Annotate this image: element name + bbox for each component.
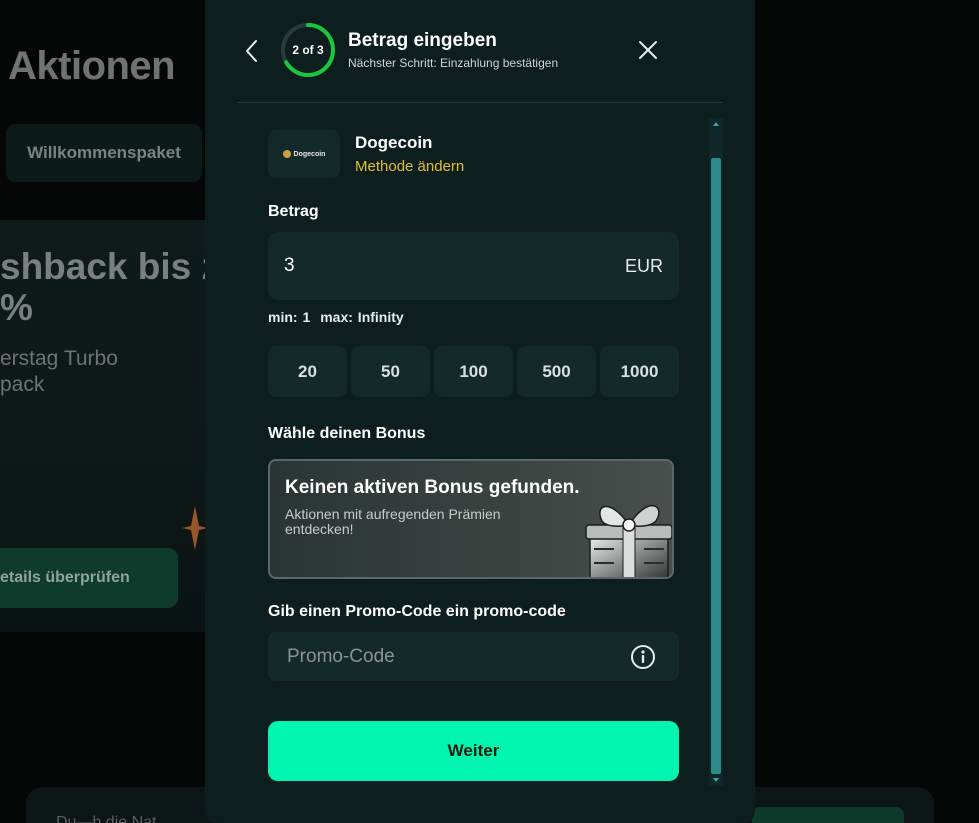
info-icon[interactable] bbox=[629, 643, 657, 671]
footer-text: Du—h die Nat bbox=[56, 814, 157, 823]
amount-input[interactable]: 3 EUR bbox=[268, 232, 679, 300]
close-button[interactable] bbox=[634, 36, 662, 64]
change-method-link[interactable]: Methode ändern bbox=[355, 158, 464, 175]
min-amount: min: 1 bbox=[268, 309, 311, 325]
scrollbar[interactable] bbox=[709, 118, 723, 786]
chevron-left-icon bbox=[246, 40, 257, 62]
close-icon bbox=[639, 41, 657, 59]
scroll-down-arrow[interactable] bbox=[713, 778, 719, 782]
amount-value: 3 bbox=[284, 255, 295, 276]
bonus-card[interactable]: Keinen aktiven Bonus gefunden. Aktionen … bbox=[268, 459, 674, 579]
quick-amount-button[interactable]: 20 bbox=[268, 346, 347, 397]
promo-code-input[interactable] bbox=[268, 632, 628, 681]
amount-label: Betrag bbox=[268, 203, 319, 220]
quick-amount-button[interactable]: 50 bbox=[351, 346, 430, 397]
bonus-label: Wähle deinen Bonus bbox=[268, 425, 426, 442]
promo-code-label: Gib einen Promo-Code ein promo-code bbox=[268, 603, 566, 620]
next-step-text: Nächster Schritt: Einzahlung bestätigen bbox=[348, 56, 559, 70]
tab-willkommenspaket[interactable]: Willkommenspaket bbox=[6, 124, 202, 182]
dogecoin-coin-icon bbox=[282, 150, 291, 158]
quick-amount-button[interactable]: 500 bbox=[517, 346, 596, 397]
modal-title: Betrag eingeben bbox=[348, 30, 497, 51]
amount-limits: min: 1 max: Infinity bbox=[268, 309, 404, 325]
promo-card-subtitle: erstag Turbo pack bbox=[0, 347, 118, 396]
step-counter: 2 of 3 bbox=[292, 43, 324, 57]
quick-amount-button[interactable]: 100 bbox=[434, 346, 513, 397]
promo-card-title: shback bis z % bbox=[0, 246, 220, 328]
page-title: Aktionen bbox=[8, 44, 176, 88]
promo-details-button[interactable]: etails überprüfen bbox=[0, 548, 178, 608]
promo-code-field bbox=[268, 632, 679, 681]
quick-amount-row: 20 50 100 500 1000 bbox=[268, 346, 679, 397]
max-amount: max: Infinity bbox=[320, 309, 404, 325]
bonus-title: Keinen aktiven Bonus gefunden. bbox=[285, 477, 580, 498]
deposit-modal: 2 of 3 Betrag eingeben Nächster Schritt:… bbox=[205, 0, 755, 823]
back-button[interactable] bbox=[239, 38, 263, 64]
scrollbar-thumb[interactable] bbox=[711, 158, 721, 774]
bonus-subtitle: Aktionen mit aufregenden Prämien entdeck… bbox=[285, 506, 501, 537]
currency-label: EUR bbox=[624, 256, 663, 276]
promo-details-label: etails überprüfen bbox=[0, 569, 130, 586]
dogecoin-logo-text: Dogecoin bbox=[293, 150, 326, 158]
gift-box-icon bbox=[585, 504, 672, 577]
payment-method-name: Dogecoin bbox=[355, 133, 433, 152]
step-progress-ring: 2 of 3 bbox=[279, 21, 337, 79]
footer-button[interactable] bbox=[752, 807, 904, 823]
quick-amount-button[interactable]: 1000 bbox=[600, 346, 679, 397]
scroll-up-arrow[interactable] bbox=[713, 122, 719, 126]
dogecoin-logo: Dogecoin bbox=[268, 130, 340, 178]
continue-button[interactable]: Weiter bbox=[268, 721, 679, 781]
